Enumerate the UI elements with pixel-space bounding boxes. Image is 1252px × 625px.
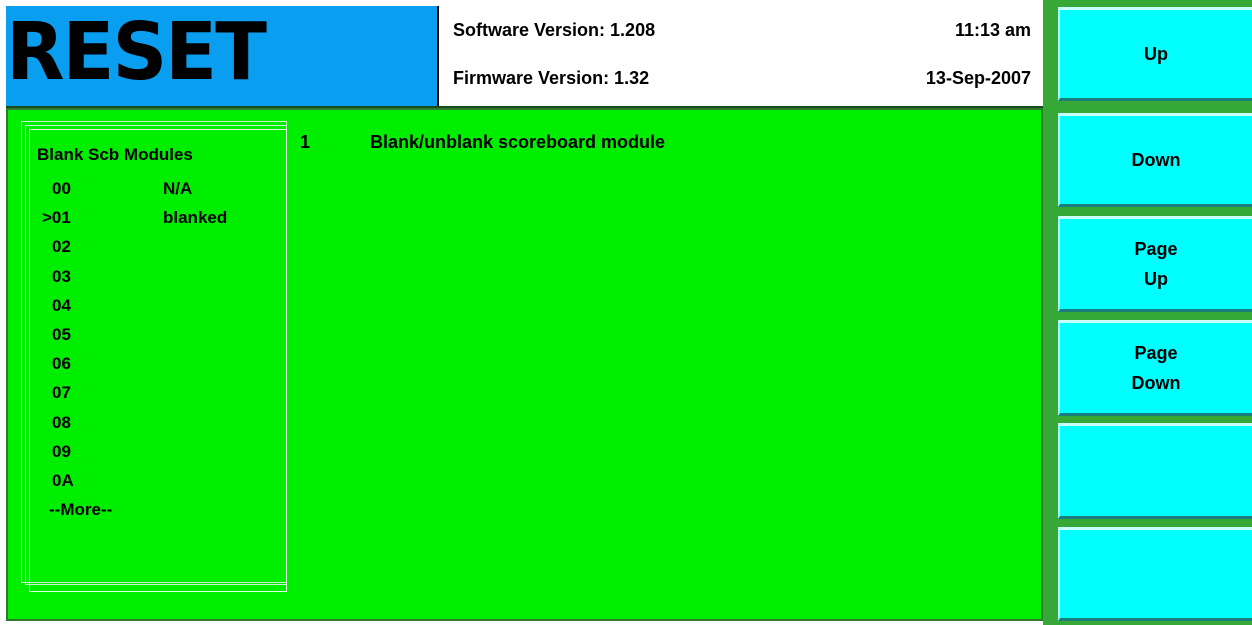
button-label: Up [1144, 44, 1168, 64]
page-title: RESET [6, 4, 267, 99]
module-list-row[interactable]: 09 [37, 437, 112, 466]
module-list-row[interactable]: 02 [37, 232, 112, 261]
module-code: 06 [52, 354, 71, 374]
module-code: 05 [52, 324, 71, 344]
main-panel: Blank Scb Modules 00 N/A >01 blanked 02 03 04 0… [6, 108, 1043, 621]
module-list-row[interactable]: 05 [37, 320, 112, 349]
title-box: RESET [6, 6, 437, 106]
page-down-button[interactable]: Page Down [1058, 320, 1252, 416]
module-code: 0A [52, 470, 74, 490]
menu-item-number: 1 [300, 132, 311, 152]
blank-button-5[interactable] [1058, 423, 1252, 519]
module-list-row[interactable]: 06 [37, 349, 112, 378]
module-code: 09 [52, 441, 71, 461]
up-button[interactable]: Up [1058, 7, 1252, 101]
module-list-row[interactable]: 00 N/A [37, 174, 192, 203]
module-code: 00 [52, 179, 71, 198]
software-version: Software Version: 1.208 [453, 20, 656, 40]
module-list-row[interactable]: 08 [37, 408, 112, 437]
module-list-row[interactable]: 0A [37, 466, 112, 495]
more-indicator: --More-- [49, 500, 113, 520]
module-code: 02 [52, 237, 71, 257]
module-code: 07 [52, 383, 71, 403]
page-up-button[interactable]: Page Up [1058, 216, 1252, 312]
menu-item-description[interactable]: Blank/unblank scoreboard module [370, 132, 665, 153]
module-code: 08 [52, 412, 71, 432]
module-status: blanked [163, 208, 228, 228]
down-button[interactable]: Down [1058, 113, 1252, 207]
module-code: 03 [52, 266, 71, 286]
module-list-panel: Blank Scb Modules 00 N/A >01 blanked 02 03 04 0… [21, 121, 287, 592]
button-column: Up Down Page Up Page Down [1043, 0, 1252, 625]
module-list-row[interactable]: 03 [37, 262, 112, 291]
module-list-row[interactable]: 07 [37, 378, 112, 407]
button-label: Page Up [1134, 239, 1178, 289]
module-code: 04 [52, 295, 71, 315]
module-list-header: Blank Scb Modules [37, 145, 193, 164]
current-date: 13-Sep-2007 [925, 68, 1031, 88]
module-status: N/A [163, 179, 193, 198]
module-list-row[interactable]: 04 [37, 291, 112, 320]
module-list-row[interactable]: >01 blanked [37, 203, 227, 232]
firmware-version: Firmware Version: 1.32 [453, 68, 650, 88]
module-code: >01 [42, 208, 71, 228]
info-panel: Software Version: 1.208 Firmware Version… [437, 6, 1043, 106]
blank-button-6[interactable] [1058, 527, 1252, 621]
button-label: Down [1131, 150, 1181, 170]
clock-time: 11:13 am [954, 20, 1031, 40]
module-list[interactable]: 00 N/A >01 blanked 02 03 04 05 06 07 08 09 0A --More-… [37, 174, 227, 524]
button-label: Page Down [1131, 343, 1181, 393]
